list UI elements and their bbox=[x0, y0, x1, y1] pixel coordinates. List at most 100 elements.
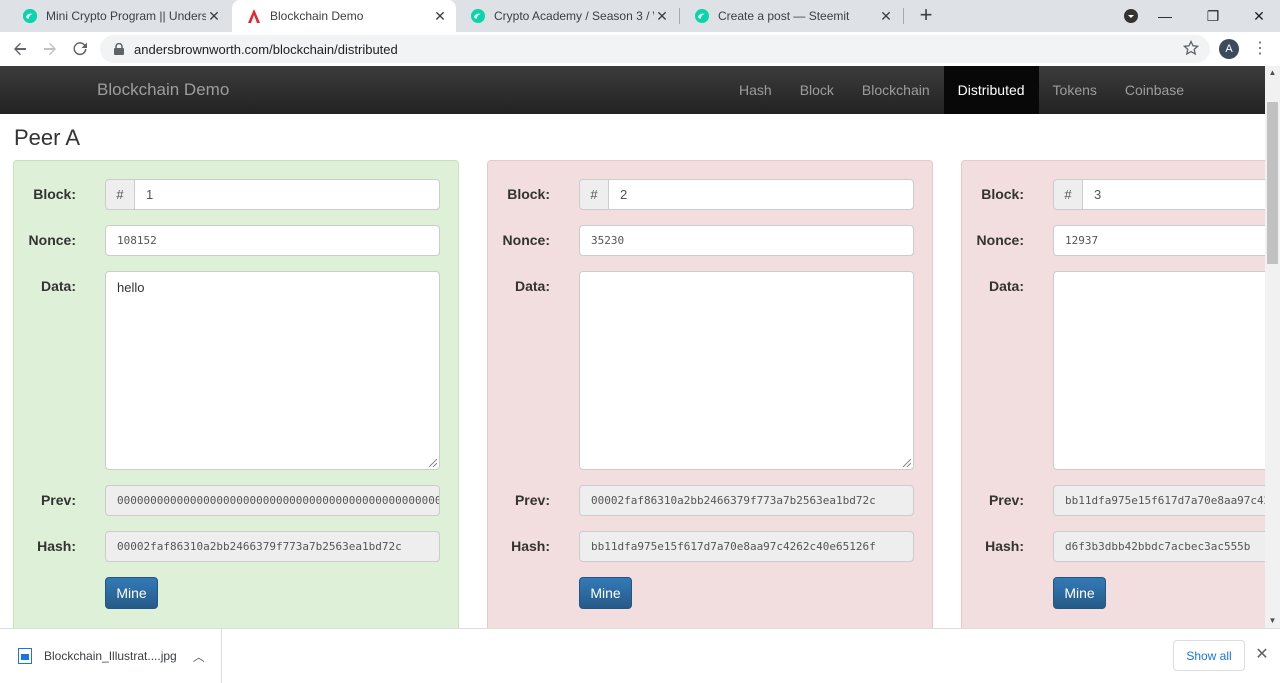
block-number-input[interactable]: 2 bbox=[608, 179, 914, 210]
chevron-up-icon[interactable]: ︿ bbox=[193, 648, 205, 665]
close-tab-icon[interactable]: ✕ bbox=[432, 8, 448, 24]
download-file-name: Blockchain_Illustrat....jpg bbox=[44, 649, 177, 663]
steemit-icon bbox=[470, 8, 486, 24]
page-viewport: Blockchain Demo Hash Block Blockchain Di… bbox=[0, 66, 1265, 628]
tab-separator bbox=[903, 8, 904, 24]
browser-tab-3[interactable]: Crypto Academy / Season 3 / We ✕ bbox=[456, 0, 678, 32]
hash-field: 00002faf86310a2bb2466379f773a7b2563ea1bd… bbox=[105, 531, 440, 562]
tab-strip: Mini Crypto Program || Understa ✕ Blockc… bbox=[0, 0, 1280, 32]
nonce-input[interactable]: 108152 bbox=[105, 225, 440, 256]
nonce-input[interactable]: 35230 bbox=[579, 225, 914, 256]
data-textarea[interactable] bbox=[579, 271, 914, 470]
nav-blockchain[interactable]: Blockchain bbox=[848, 66, 944, 114]
block-label: Block: bbox=[33, 186, 76, 202]
arrow-left-icon bbox=[14, 42, 26, 56]
page-scrollbar[interactable]: ▲ ▼ bbox=[1265, 66, 1280, 628]
browser-tab-title: Crypto Academy / Season 3 / We bbox=[494, 9, 654, 23]
data-textarea[interactable] bbox=[1053, 271, 1265, 470]
mine-button[interactable]: Mine bbox=[105, 577, 158, 609]
browser-toolbar: andersbrownworth.com/blockchain/distribu… bbox=[0, 32, 1280, 66]
download-item[interactable]: Blockchain_Illustrat....jpg ︿ bbox=[0, 629, 222, 683]
lock-icon bbox=[114, 43, 124, 55]
hash-field: d6f3b3dbb42bbdc7acbec3ac555b bbox=[1053, 531, 1265, 562]
resize-handle-icon[interactable] bbox=[903, 459, 911, 467]
browser-tab-title: Mini Crypto Program || Understa bbox=[46, 9, 206, 23]
reload-icon bbox=[73, 42, 87, 56]
image-file-icon bbox=[18, 648, 32, 664]
bookmark-star-icon[interactable] bbox=[1182, 39, 1201, 58]
hash-symbol: # bbox=[579, 179, 609, 210]
data-label: Data: bbox=[514, 278, 550, 294]
block-number-input[interactable]: 3 bbox=[1082, 179, 1265, 210]
browser-tab-title: Create a post — Steemit bbox=[718, 9, 850, 23]
scroll-up-icon[interactable]: ▲ bbox=[1265, 66, 1280, 80]
hash-label: Hash: bbox=[985, 538, 1024, 554]
scroll-thumb[interactable] bbox=[1267, 102, 1278, 264]
site-navbar: Blockchain Demo Hash Block Blockchain Di… bbox=[0, 66, 1265, 114]
reload-button[interactable] bbox=[68, 37, 92, 61]
nonce-label: Nonce: bbox=[502, 232, 550, 248]
steemit-icon bbox=[22, 8, 38, 24]
nav-coinbase[interactable]: Coinbase bbox=[1111, 66, 1198, 114]
hash-symbol: # bbox=[1053, 179, 1083, 210]
hash-symbol: # bbox=[105, 179, 135, 210]
nonce-label: Nonce: bbox=[976, 232, 1024, 248]
nav-tokens[interactable]: Tokens bbox=[1039, 66, 1111, 114]
block-label: Block: bbox=[507, 186, 550, 202]
resize-handle-icon[interactable] bbox=[429, 459, 437, 467]
block-number-input[interactable]: 1 bbox=[134, 179, 440, 210]
browser-tab-2[interactable]: Blockchain Demo ✕ bbox=[232, 0, 456, 32]
site-brand[interactable]: Blockchain Demo bbox=[97, 80, 229, 100]
nav-distributed[interactable]: Distributed bbox=[943, 66, 1039, 114]
data-text: hello bbox=[117, 280, 145, 295]
peer-title: Peer A bbox=[14, 125, 81, 150]
prev-hash-field: 0000000000000000000000000000000000000000… bbox=[105, 485, 440, 516]
browser-menu-icon[interactable]: ⋮ bbox=[1252, 39, 1268, 59]
close-tab-icon[interactable]: ✕ bbox=[206, 8, 222, 24]
forward-button[interactable] bbox=[38, 37, 62, 61]
block-label: Block: bbox=[981, 186, 1024, 202]
block-card-2: Block: # 2 Nonce: 35230 Data: Prev: 0000… bbox=[487, 160, 933, 628]
data-label: Data: bbox=[40, 278, 76, 294]
mine-button[interactable]: Mine bbox=[1053, 577, 1106, 609]
close-download-bar-icon[interactable]: ✕ bbox=[1253, 646, 1271, 664]
close-tab-icon[interactable]: ✕ bbox=[878, 8, 894, 24]
show-all-button[interactable]: Show all bbox=[1173, 640, 1245, 671]
prev-hash-field: 00002faf86310a2bb2466379f773a7b2563ea1bd… bbox=[579, 485, 914, 516]
prev-label: Prev: bbox=[514, 492, 550, 508]
site-nav: Hash Block Blockchain Distributed Tokens… bbox=[725, 66, 1198, 114]
nonce-label: Nonce: bbox=[28, 232, 76, 248]
new-tab-button[interactable]: + bbox=[914, 4, 938, 28]
prev-label: Prev: bbox=[40, 492, 76, 508]
close-tab-icon[interactable]: ✕ bbox=[654, 8, 670, 24]
browser-tab-1[interactable]: Mini Crypto Program || Understa ✕ bbox=[8, 0, 230, 32]
browser-tab-title: Blockchain Demo bbox=[270, 9, 364, 23]
steemit-icon bbox=[694, 8, 710, 24]
data-label: Data: bbox=[988, 278, 1024, 294]
data-textarea[interactable]: hello bbox=[105, 271, 440, 470]
nav-hash[interactable]: Hash bbox=[725, 66, 786, 114]
hash-field: bb11dfa975e15f617d7a70e8aa97c4262c40e651… bbox=[579, 531, 914, 562]
hash-label: Hash: bbox=[511, 538, 550, 554]
close-window-button[interactable]: ✕ bbox=[1236, 0, 1280, 32]
mine-button[interactable]: Mine bbox=[579, 577, 632, 609]
url-text: andersbrownworth.com/blockchain/distribu… bbox=[134, 41, 398, 57]
anders-logo-icon bbox=[246, 8, 262, 24]
prev-hash-field: bb11dfa975e15f617d7a70e8aa97c4262c40e651… bbox=[1053, 485, 1265, 516]
block-card-3: Block: # 3 Nonce: 12937 Data: Prev: bb11… bbox=[961, 160, 1265, 628]
nonce-input[interactable]: 12937 bbox=[1053, 225, 1265, 256]
download-bar: Blockchain_Illustrat....jpg ︿ Show all ✕ bbox=[0, 628, 1280, 683]
restore-button[interactable]: ❐ bbox=[1190, 0, 1236, 32]
hash-label: Hash: bbox=[37, 538, 76, 554]
arrow-right-icon bbox=[44, 42, 56, 56]
block-card-1: Block: # 1 Nonce: 108152 Data: hello Pre… bbox=[13, 160, 459, 628]
address-bar[interactable]: andersbrownworth.com/blockchain/distribu… bbox=[100, 35, 1210, 63]
browser-tab-4[interactable]: Create a post — Steemit ✕ bbox=[680, 0, 902, 32]
scroll-down-icon[interactable]: ▼ bbox=[1265, 614, 1280, 628]
back-button[interactable] bbox=[8, 37, 32, 61]
chevron-down-icon bbox=[1124, 9, 1138, 23]
nav-block[interactable]: Block bbox=[786, 66, 848, 114]
minimize-button[interactable]: — bbox=[1142, 0, 1188, 32]
prev-label: Prev: bbox=[988, 492, 1024, 508]
profile-avatar[interactable]: A bbox=[1219, 39, 1239, 59]
